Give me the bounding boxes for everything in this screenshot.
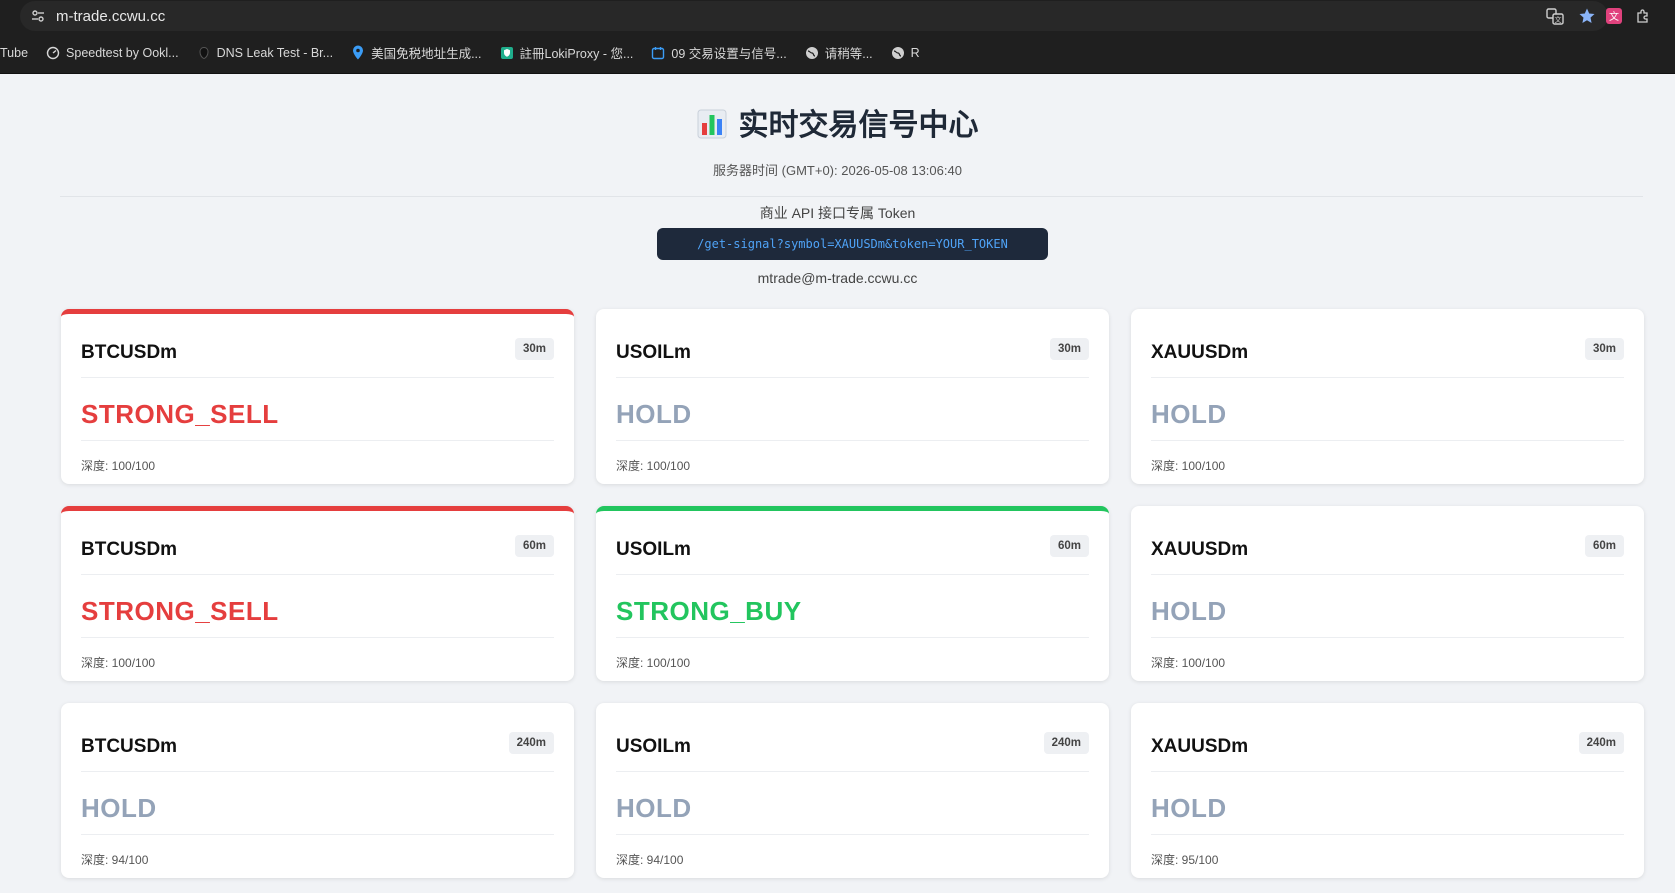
card-signal: STRONG_SELL bbox=[81, 596, 279, 626]
card-depth: 深度: 100/100 bbox=[81, 459, 156, 473]
card-signal: STRONG_SELL bbox=[81, 399, 279, 429]
signal-card[interactable]: USOILm 240m HOLD 深度: 94/100 bbox=[596, 703, 1109, 878]
puzzle-icon[interactable] bbox=[1635, 8, 1651, 29]
bookmark-item[interactable]: Speedtest by Ookl... bbox=[46, 46, 179, 60]
card-depth: 深度: 100/100 bbox=[81, 656, 156, 670]
signal-card[interactable]: BTCUSDm 60m STRONG_SELL 深度: 100/100 bbox=[61, 506, 574, 681]
svg-text:文: 文 bbox=[1555, 15, 1562, 24]
bookmark-star-icon[interactable] bbox=[1578, 7, 1596, 30]
page-content: 实时交易信号中心 服务器时间 (GMT+0): 2026-05-08 13:06… bbox=[0, 74, 1675, 893]
card-symbol: XAUUSDm bbox=[1151, 539, 1249, 560]
card-depth: 深度: 94/100 bbox=[81, 853, 149, 867]
card-signal: HOLD bbox=[1151, 399, 1227, 429]
card-signal: HOLD bbox=[1151, 793, 1227, 823]
card-symbol: XAUUSDm bbox=[1151, 342, 1249, 363]
timeframe-badge: 60m bbox=[514, 535, 554, 557]
globe-icon bbox=[891, 46, 905, 60]
card-depth: 深度: 95/100 bbox=[1151, 853, 1219, 867]
card-depth: 深度: 94/100 bbox=[616, 853, 684, 867]
signal-card[interactable]: XAUUSDm 60m HOLD 深度: 100/100 bbox=[1131, 506, 1644, 681]
bookmark-item[interactable]: 请稍等... bbox=[805, 43, 873, 62]
globe-icon bbox=[805, 46, 819, 60]
bookmark-item[interactable]: 09 交易设置与信号... bbox=[651, 43, 787, 62]
bookmarks-bar: Tube Speedtest by Ookl... DNS Leak Test … bbox=[0, 32, 1675, 74]
browser-toolbar: m-trade.ccwu.cc 文 文 bbox=[0, 0, 1675, 32]
card-depth: 深度: 100/100 bbox=[616, 459, 691, 473]
timeframe-badge: 240m bbox=[1043, 732, 1089, 754]
card-depth: 深度: 100/100 bbox=[1151, 656, 1226, 670]
location-pin-icon bbox=[351, 45, 365, 60]
timeframe-badge: 240m bbox=[508, 732, 554, 754]
timeframe-badge: 30m bbox=[514, 338, 554, 360]
extension-icon[interactable]: 文 bbox=[1605, 7, 1623, 30]
site-info-icon[interactable] bbox=[30, 8, 46, 24]
signal-card[interactable]: BTCUSDm 30m STRONG_SELL 深度: 100/100 bbox=[61, 309, 574, 484]
bookmark-item[interactable]: Tube bbox=[0, 46, 28, 60]
divider bbox=[60, 196, 1643, 197]
page-title: 实时交易信号中心 bbox=[0, 100, 1675, 147]
card-symbol: USOILm bbox=[616, 736, 691, 757]
signal-card[interactable]: XAUUSDm 240m HOLD 深度: 95/100 bbox=[1131, 703, 1644, 878]
card-depth: 深度: 100/100 bbox=[616, 656, 691, 670]
card-signal: HOLD bbox=[81, 793, 157, 823]
card-depth: 深度: 100/100 bbox=[1151, 459, 1226, 473]
bookmark-item[interactable]: 美国免税地址生成... bbox=[351, 43, 482, 62]
bar-chart-icon bbox=[697, 109, 727, 147]
timeframe-badge: 30m bbox=[1049, 338, 1089, 360]
api-label: 商业 API 接口专属 Token bbox=[759, 205, 916, 221]
speedtest-icon bbox=[46, 46, 60, 60]
shield-icon bbox=[500, 46, 514, 60]
timeframe-badge: 60m bbox=[1584, 535, 1624, 557]
timeframe-badge: 30m bbox=[1584, 338, 1624, 360]
signal-card[interactable]: XAUUSDm 30m HOLD 深度: 100/100 bbox=[1131, 309, 1644, 484]
contact-email[interactable]: mtrade@m-trade.ccwu.cc bbox=[0, 270, 1675, 286]
translate-icon[interactable]: 文 bbox=[1546, 7, 1564, 30]
signal-card[interactable]: BTCUSDm 240m HOLD 深度: 94/100 bbox=[61, 703, 574, 878]
timeframe-badge: 60m bbox=[1049, 535, 1089, 557]
url-text[interactable]: m-trade.ccwu.cc bbox=[56, 8, 165, 25]
card-symbol: USOILm bbox=[616, 539, 691, 560]
card-signal: HOLD bbox=[1151, 596, 1227, 626]
bookmark-item[interactable]: R bbox=[891, 46, 920, 60]
signal-card[interactable]: USOILm 30m HOLD 深度: 100/100 bbox=[596, 309, 1109, 484]
timeframe-badge: 240m bbox=[1578, 732, 1624, 754]
card-symbol: USOILm bbox=[616, 342, 691, 363]
card-symbol: BTCUSDm bbox=[81, 539, 178, 560]
server-time: 服务器时间 (GMT+0): 2026-05-08 13:06:40 bbox=[713, 163, 962, 178]
card-signal: HOLD bbox=[616, 399, 692, 429]
card-symbol: BTCUSDm bbox=[81, 736, 178, 757]
address-bar[interactable]: m-trade.ccwu.cc 文 bbox=[20, 1, 1608, 31]
card-symbol: XAUUSDm bbox=[1151, 736, 1249, 757]
card-signal: STRONG_BUY bbox=[616, 596, 802, 626]
svg-text:文: 文 bbox=[1609, 10, 1619, 23]
calendar-icon bbox=[651, 46, 665, 60]
bookmark-item[interactable]: DNS Leak Test - Br... bbox=[197, 46, 333, 60]
signal-card[interactable]: USOILm 60m STRONG_BUY 深度: 100/100 bbox=[596, 506, 1109, 681]
bookmark-item[interactable]: 註冊LokiProxy - 您... bbox=[500, 43, 633, 62]
dns-icon bbox=[197, 46, 211, 60]
card-symbol: BTCUSDm bbox=[81, 342, 178, 363]
api-endpoint-code[interactable]: /get-signal?symbol=XAUUSDm&token=YOUR_TO… bbox=[657, 228, 1048, 260]
card-signal: HOLD bbox=[616, 793, 692, 823]
